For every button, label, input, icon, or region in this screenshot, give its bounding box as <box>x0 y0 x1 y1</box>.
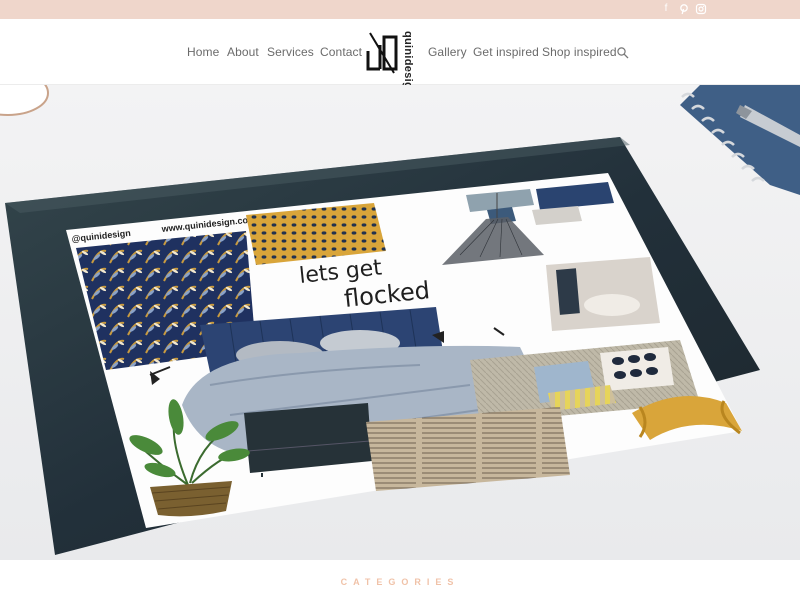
hero-image: @quinidesign www.quinidesign.com lets ge… <box>0 85 800 560</box>
top-bar: f <box>0 0 800 19</box>
nav-home[interactable]: Home <box>187 45 219 59</box>
nav-shop-inspired[interactable]: Shop inspired <box>542 45 617 59</box>
nav-services[interactable]: Services <box>267 45 314 59</box>
site-header: Home About Services Contact quinidesign … <box>0 19 800 96</box>
logo-mark-icon <box>366 32 398 74</box>
search-icon[interactable] <box>616 46 630 60</box>
facebook-icon[interactable]: f <box>660 3 672 15</box>
nav-get-inspired[interactable]: Get inspired <box>473 45 539 59</box>
categories-heading: CATEGORIES <box>340 577 460 587</box>
pinterest-icon[interactable] <box>678 3 690 15</box>
hero-tablet-illustration: @quinidesign www.quinidesign.com lets ge… <box>0 85 800 560</box>
instagram-icon[interactable] <box>695 3 707 15</box>
nav-gallery[interactable]: Gallery <box>428 45 467 59</box>
nav-about[interactable]: About <box>227 45 259 59</box>
nav-contact[interactable]: Contact <box>320 45 362 59</box>
site-logo[interactable]: quinidesign <box>366 29 416 96</box>
